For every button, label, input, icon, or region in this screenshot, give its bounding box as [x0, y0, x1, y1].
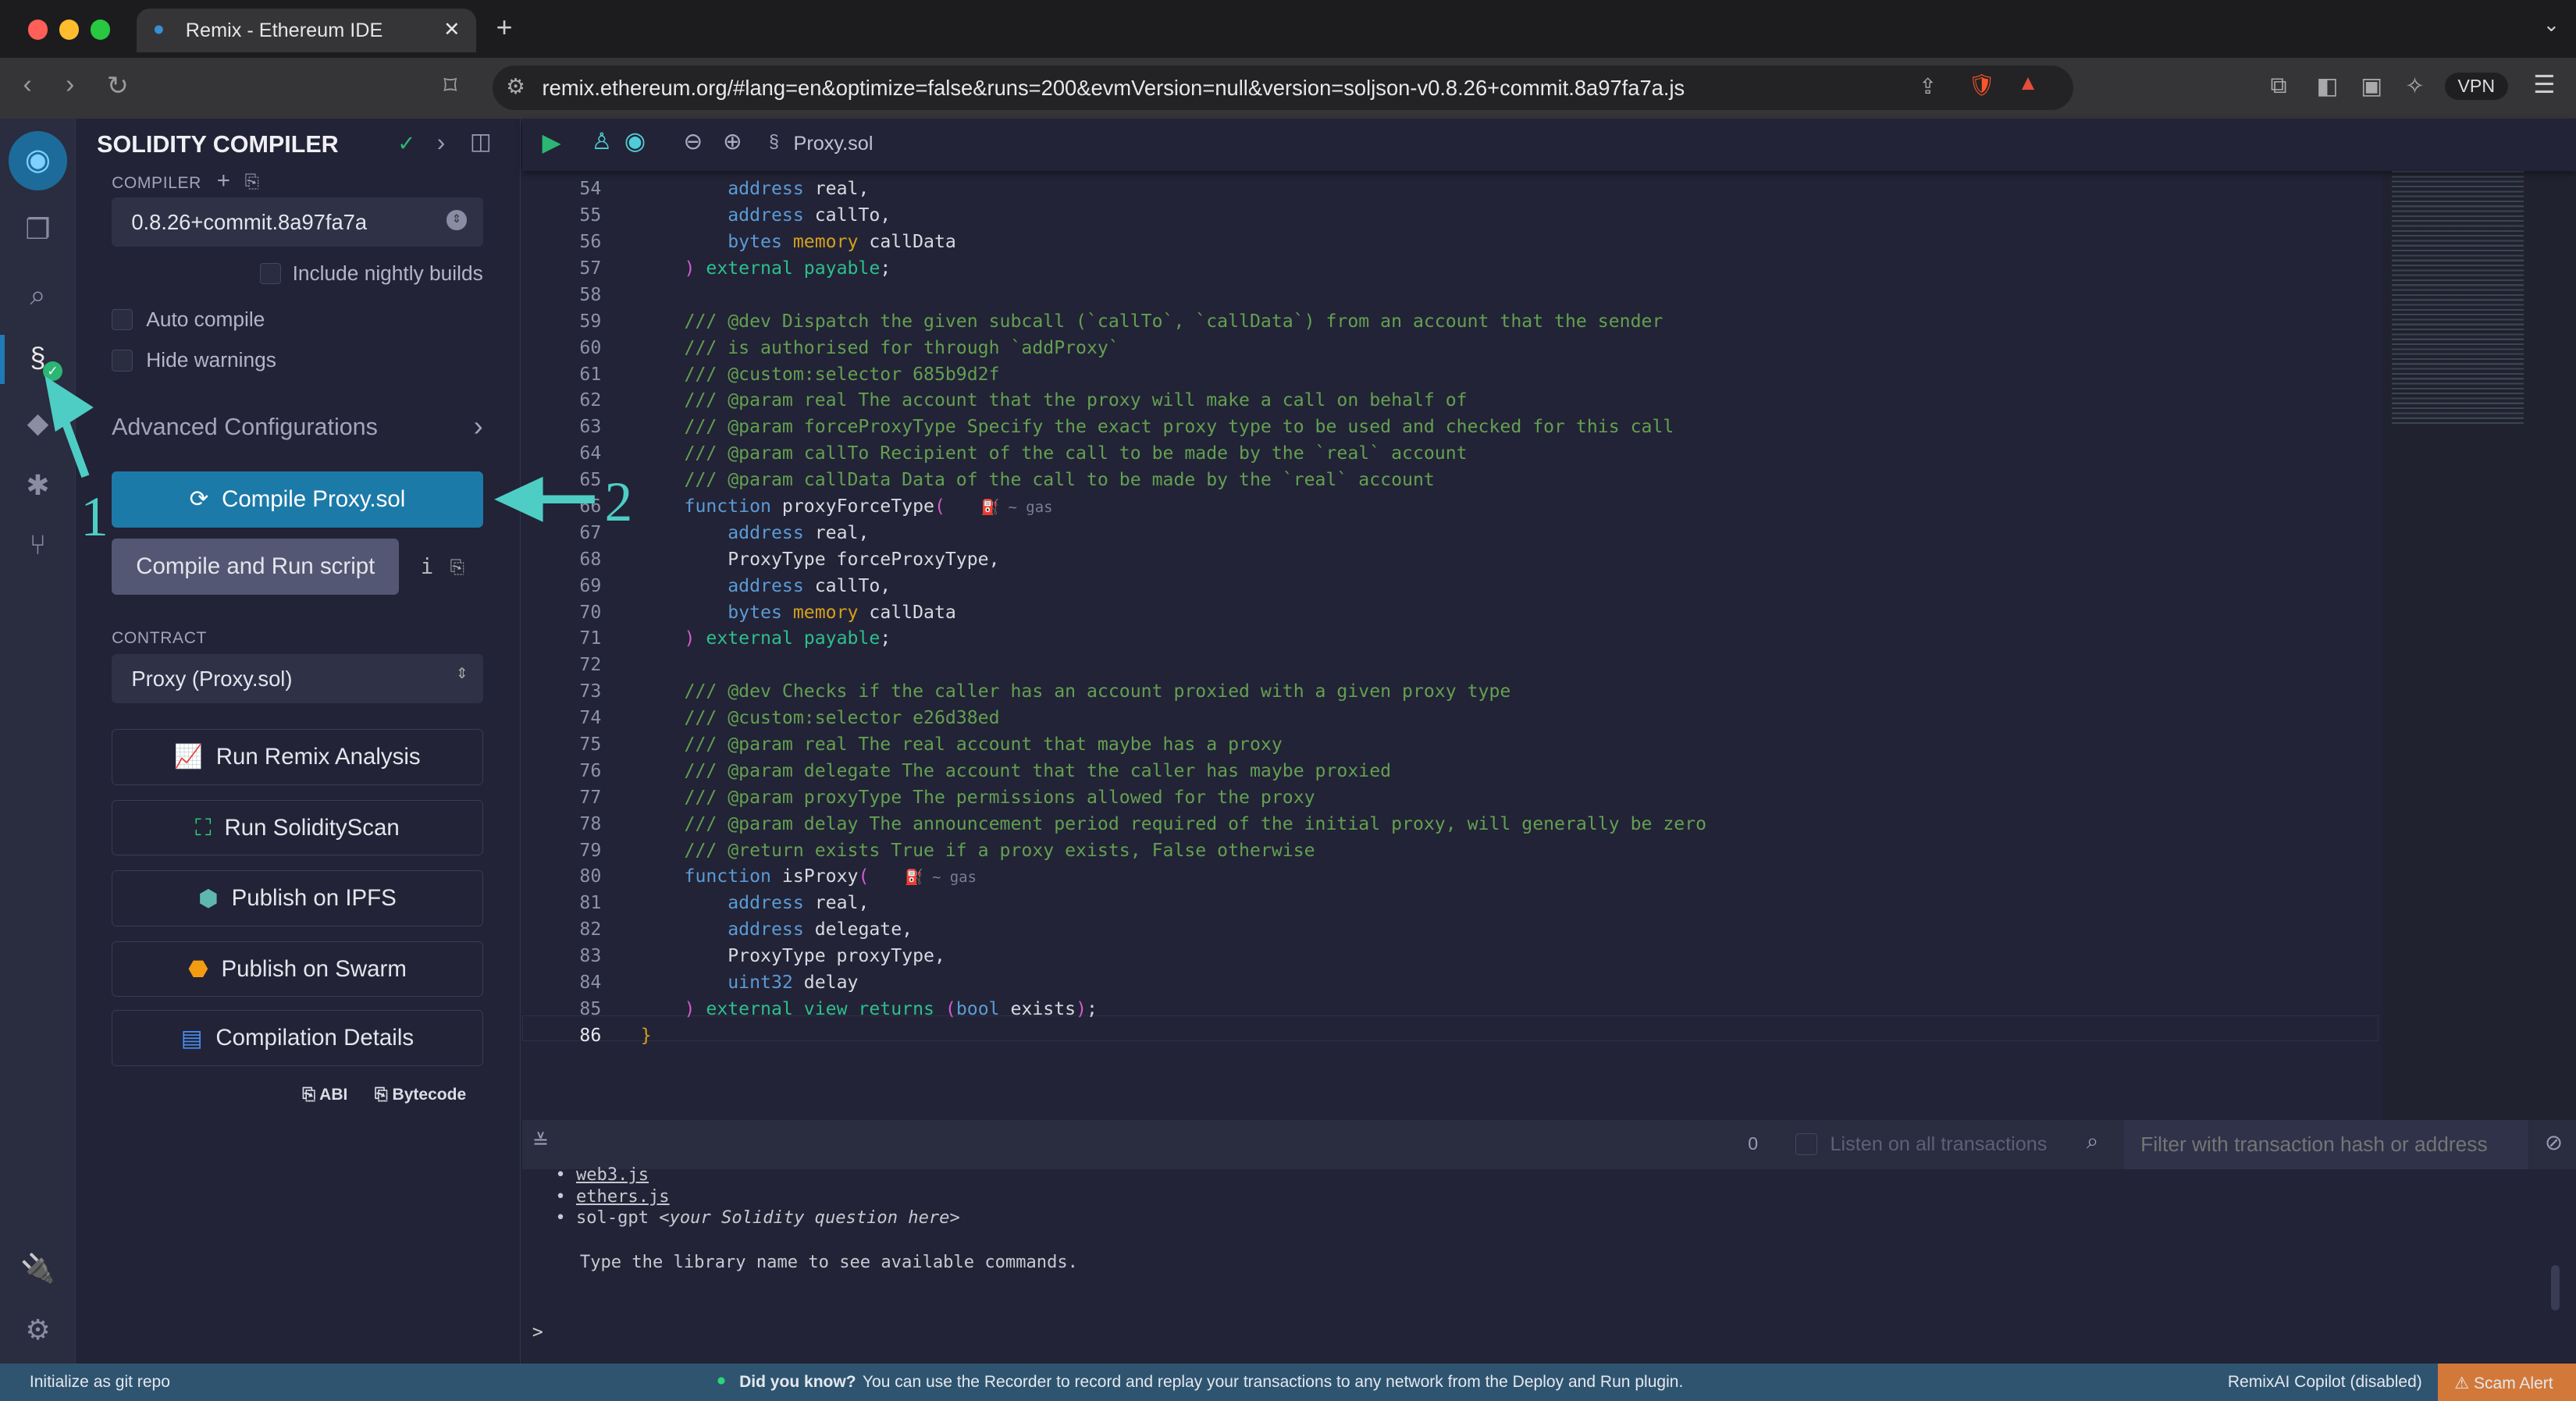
- app-root: ● Remix - Ethereum IDE ✕ + ⌄ ‹ › ↻ ⌑ ⚙ r…: [0, 0, 2576, 1401]
- step-2-label: 2: [604, 471, 632, 533]
- arrow-1: [44, 375, 94, 478]
- annotation-overlay: 1 2: [44, 375, 632, 548]
- arrow-2: [494, 476, 595, 522]
- step-1-label: 1: [80, 486, 109, 548]
